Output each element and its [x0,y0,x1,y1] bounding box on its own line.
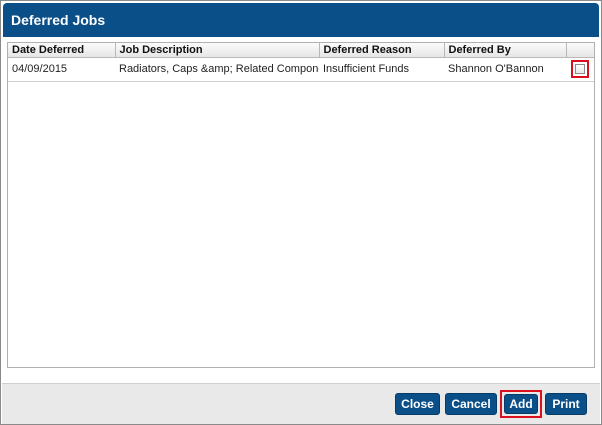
deferred-jobs-table: Date Deferred Job Description Deferred R… [8,43,594,82]
column-header-deferred-reason[interactable]: Deferred Reason [318,43,445,58]
cell-job-description: Radiators, Caps &amp; Related Components [115,57,319,82]
cell-select [566,57,594,82]
deferred-jobs-grid: Date Deferred Job Description Deferred R… [7,42,595,368]
add-button-highlight: Add [500,390,542,418]
cancel-button[interactable]: Cancel [445,393,497,415]
dialog-title: Deferred Jobs [11,12,106,28]
cell-deferred-by: Shannon O'Bannon [444,57,566,82]
select-checkbox-highlight [571,60,589,78]
column-header-deferred-by[interactable]: Deferred By [443,43,567,58]
dialog-footer: Close Cancel Add Print [2,383,600,424]
column-header-select [565,43,594,58]
table-header-row: Date Deferred Job Description Deferred R… [8,43,594,58]
dialog-titlebar: Deferred Jobs [3,3,599,37]
select-checkbox[interactable] [575,64,585,74]
deferred-jobs-dialog: Deferred Jobs Date Deferred Job Descript… [0,0,602,425]
column-header-job-description[interactable]: Job Description [114,43,320,58]
table-row[interactable]: 04/09/2015 Radiators, Caps &amp; Related… [8,57,594,82]
cell-date-deferred: 04/09/2015 [8,57,115,82]
column-header-date-deferred[interactable]: Date Deferred [8,43,116,58]
print-button[interactable]: Print [545,393,587,415]
close-button[interactable]: Close [395,393,440,415]
cell-deferred-reason: Insufficient Funds [319,57,444,82]
add-button[interactable]: Add [504,394,538,414]
